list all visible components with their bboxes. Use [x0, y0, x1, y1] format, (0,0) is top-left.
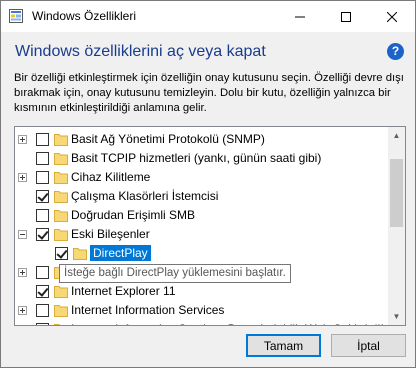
tree-item[interactable]: Çalışma Klasörleri İstemcisi: [15, 187, 390, 206]
tree-item[interactable]: Internet Information Services: [15, 301, 390, 320]
feature-checkbox[interactable]: [36, 266, 49, 279]
help-icon[interactable]: ?: [387, 43, 404, 60]
expand-plus-icon[interactable]: [18, 135, 27, 144]
feature-checkbox[interactable]: [36, 209, 49, 222]
maximize-icon: [341, 11, 351, 22]
folder-icon: [73, 248, 87, 260]
folder-icon: [54, 324, 61, 325]
tree-item-label: Eski Bileşenler: [71, 227, 150, 241]
close-button[interactable]: [369, 1, 415, 32]
tree-item-label: Çalışma Klasörleri İstemcisi: [71, 189, 219, 203]
close-icon: [387, 11, 397, 22]
tree-item-label: Internet Explorer 11: [71, 284, 176, 298]
tree-item-label: Basit Ağ Yönetimi Protokolü (SNMP): [71, 132, 265, 146]
tree-item[interactable]: Eski Bileşenler: [15, 225, 390, 244]
tree-item-label: Internet Information Services Barındırıl…: [71, 322, 384, 325]
expand-plus-icon[interactable]: [18, 268, 27, 277]
folder-icon: [54, 172, 68, 184]
tree-item[interactable]: Cihaz Kilitleme: [15, 168, 390, 187]
page-title: Windows özelliklerini aç veya kapat: [15, 43, 266, 60]
maximize-button[interactable]: [323, 1, 369, 32]
feature-checkbox[interactable]: [36, 304, 49, 317]
tree-item[interactable]: Doğrudan Erişimli SMB: [15, 206, 390, 225]
scroll-thumb[interactable]: [390, 159, 403, 227]
folder-icon: [54, 191, 68, 203]
windows-features-icon: [9, 9, 23, 23]
tree-item-label: DirectPlay: [90, 245, 151, 261]
tree-item-label: Cihaz Kilitleme: [71, 170, 151, 184]
description-text: Bir özelliği etkinleştirmek için özelliğ…: [14, 72, 404, 114]
tree-item-label: Internet Information Services: [71, 303, 225, 317]
features-tree[interactable]: Basit Ağ Yönetimi Protokolü (SNMP) Basit …: [14, 126, 406, 326]
tree-item[interactable]: Internet Explorer 11: [15, 282, 390, 301]
expand-plus-icon[interactable]: [18, 173, 27, 182]
collapse-minus-icon[interactable]: [18, 230, 27, 239]
feature-checkbox[interactable]: [36, 171, 49, 184]
ok-button[interactable]: Tamam: [246, 334, 321, 357]
tree-item[interactable]: Basit TCPIP hizmetleri (yankı, günün saa…: [15, 149, 390, 168]
cancel-button[interactable]: İptal: [331, 334, 406, 357]
minimize-button[interactable]: [277, 1, 323, 32]
feature-checkbox[interactable]: [55, 247, 68, 260]
folder-icon: [54, 305, 68, 317]
tree-item-label: Basit TCPIP hizmetleri (yankı, günün saa…: [71, 151, 322, 165]
tree-item[interactable]: Basit Ağ Yönetimi Protokolü (SNMP): [15, 130, 390, 149]
feature-checkbox[interactable]: [36, 228, 49, 241]
folder-icon: [54, 210, 68, 222]
scroll-up-arrow-icon[interactable]: ▲: [388, 127, 405, 144]
feature-checkbox[interactable]: [36, 133, 49, 146]
folder-icon: [54, 229, 68, 241]
minimize-icon: [295, 16, 305, 17]
windows-features-dialog: Windows Özellikleri Windows özelliklerin…: [0, 0, 416, 368]
tooltip: İsteğe bağlı DirectPlay yüklemesini başl…: [59, 264, 291, 283]
vertical-scrollbar[interactable]: ▲ ▼: [388, 127, 405, 325]
expand-plus-icon[interactable]: [18, 306, 27, 315]
folder-icon: [54, 134, 68, 146]
window-title: Windows Özellikleri: [32, 9, 137, 23]
folder-icon: [54, 286, 68, 298]
feature-checkbox[interactable]: [36, 152, 49, 165]
scroll-down-arrow-icon[interactable]: ▼: [388, 308, 405, 325]
title-bar[interactable]: Windows Özellikleri: [1, 1, 415, 32]
tree-item[interactable]: DirectPlay: [15, 244, 390, 263]
folder-icon: [54, 153, 68, 165]
tree-item[interactable]: Internet Information Services Barındırıl…: [15, 320, 390, 325]
feature-checkbox[interactable]: [36, 190, 49, 203]
feature-checkbox[interactable]: [36, 285, 49, 298]
feature-checkbox[interactable]: [36, 323, 49, 325]
tree-item-label: Doğrudan Erişimli SMB: [71, 208, 196, 222]
